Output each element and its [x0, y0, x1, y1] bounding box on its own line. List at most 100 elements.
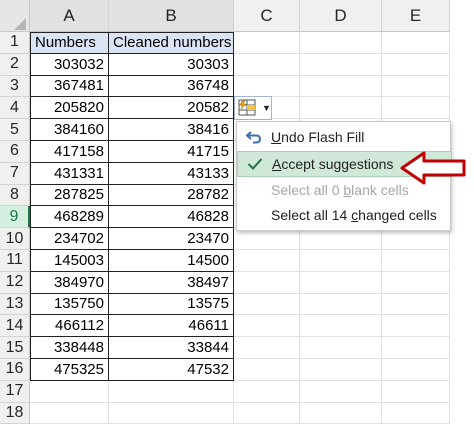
cell-D1[interactable]	[300, 32, 382, 54]
cell-E17[interactable]	[382, 380, 450, 403]
cell-D3[interactable]	[300, 75, 382, 98]
table-cell[interactable]: 46828	[109, 206, 234, 229]
undo-flash-fill-item[interactable]: Undo Flash Fill	[237, 125, 450, 149]
cell-C2[interactable]	[234, 53, 300, 76]
column-header-E[interactable]: E	[382, 0, 450, 32]
cell-E10[interactable]	[382, 228, 450, 250]
cell-D13[interactable]	[300, 293, 382, 316]
cell-D2[interactable]	[300, 53, 382, 76]
cell-E18[interactable]	[382, 402, 450, 424]
cell-D18[interactable]	[300, 402, 382, 424]
flash-fill-options-button[interactable]: ▼	[234, 96, 272, 120]
table-cell[interactable]: 468289	[30, 206, 109, 229]
table-cell[interactable]: 431331	[30, 162, 109, 185]
table-cell[interactable]: 20582	[109, 97, 234, 120]
cell-C17[interactable]	[234, 380, 300, 403]
column-header-B[interactable]: B	[109, 0, 234, 32]
row-header-8[interactable]: 8	[0, 184, 30, 207]
row-header-16[interactable]: 16	[0, 359, 30, 381]
column-header-D[interactable]: D	[300, 0, 382, 32]
table-cell[interactable]: 38416	[109, 119, 234, 141]
cell-D10[interactable]	[300, 228, 382, 250]
cell-E2[interactable]	[382, 53, 450, 76]
column-header-C[interactable]: C	[234, 0, 300, 32]
cell-B17[interactable]	[109, 380, 234, 403]
table-cell[interactable]: 13575	[109, 293, 234, 316]
row-header-7[interactable]: 7	[0, 162, 30, 185]
cell-B18[interactable]	[109, 402, 234, 424]
table-header[interactable]: Cleaned numbers	[109, 32, 234, 54]
row-header-4[interactable]: 4	[0, 97, 30, 120]
table-cell[interactable]: 417158	[30, 141, 109, 163]
cell-E16[interactable]	[382, 359, 450, 381]
column-header-A[interactable]: A	[30, 0, 109, 32]
row-header-9[interactable]: 9	[0, 206, 30, 229]
cell-E1[interactable]	[382, 32, 450, 54]
cell-D14[interactable]	[300, 315, 382, 338]
cell-C16[interactable]	[234, 359, 300, 381]
table-cell[interactable]: 234702	[30, 228, 109, 250]
cell-D4[interactable]	[300, 97, 382, 120]
table-cell[interactable]: 41715	[109, 141, 234, 163]
cell-D15[interactable]	[300, 337, 382, 359]
cell-C14[interactable]	[234, 315, 300, 338]
row-header-14[interactable]: 14	[0, 315, 30, 338]
table-cell[interactable]: 466112	[30, 315, 109, 338]
cell-D17[interactable]	[300, 380, 382, 403]
table-cell[interactable]: 14500	[109, 250, 234, 272]
cell-D11[interactable]	[300, 250, 382, 272]
table-header[interactable]: Numbers	[30, 32, 109, 54]
table-cell[interactable]: 33844	[109, 337, 234, 359]
cell-C15[interactable]	[234, 337, 300, 359]
row-header-10[interactable]: 10	[0, 228, 30, 250]
table-cell[interactable]: 43133	[109, 162, 234, 185]
table-cell[interactable]: 475325	[30, 359, 109, 381]
cell-E4[interactable]	[382, 97, 450, 120]
table-cell[interactable]: 303032	[30, 53, 109, 76]
table-cell[interactable]: 135750	[30, 293, 109, 316]
table-cell[interactable]: 367481	[30, 75, 109, 98]
cell-C1[interactable]	[234, 32, 300, 54]
row-header-6[interactable]: 6	[0, 141, 30, 163]
cell-D16[interactable]	[300, 359, 382, 381]
select-changed-cells-item[interactable]: Select all 14 changed cells	[237, 203, 450, 227]
cell-E14[interactable]	[382, 315, 450, 338]
table-cell[interactable]: 28782	[109, 184, 234, 207]
cell-A18[interactable]	[30, 402, 109, 424]
row-header-18[interactable]: 18	[0, 402, 30, 424]
table-cell[interactable]: 38497	[109, 271, 234, 294]
table-cell[interactable]: 36748	[109, 75, 234, 98]
row-header-13[interactable]: 13	[0, 293, 30, 316]
row-header-3[interactable]: 3	[0, 75, 30, 98]
table-cell[interactable]: 205820	[30, 97, 109, 120]
table-cell[interactable]: 384160	[30, 119, 109, 141]
cell-C3[interactable]	[234, 75, 300, 98]
table-cell[interactable]: 145003	[30, 250, 109, 272]
cell-C13[interactable]	[234, 293, 300, 316]
row-header-11[interactable]: 11	[0, 250, 30, 272]
row-header-17[interactable]: 17	[0, 380, 30, 403]
cell-C12[interactable]	[234, 271, 300, 294]
table-cell[interactable]: 47532	[109, 359, 234, 381]
cell-C11[interactable]	[234, 250, 300, 272]
table-cell[interactable]: 384970	[30, 271, 109, 294]
row-header-2[interactable]: 2	[0, 53, 30, 76]
table-cell[interactable]: 46611	[109, 315, 234, 338]
cell-A17[interactable]	[30, 380, 109, 403]
table-cell[interactable]: 287825	[30, 184, 109, 207]
cell-E11[interactable]	[382, 250, 450, 272]
cell-C10[interactable]	[234, 228, 300, 250]
row-header-12[interactable]: 12	[0, 271, 30, 294]
row-header-15[interactable]: 15	[0, 337, 30, 359]
row-header-5[interactable]: 5	[0, 119, 30, 141]
cell-E15[interactable]	[382, 337, 450, 359]
cell-E13[interactable]	[382, 293, 450, 316]
table-cell[interactable]: 338448	[30, 337, 109, 359]
cell-D12[interactable]	[300, 271, 382, 294]
table-cell[interactable]: 30303	[109, 53, 234, 76]
cell-E3[interactable]	[382, 75, 450, 98]
cell-E12[interactable]	[382, 271, 450, 294]
cell-C18[interactable]	[234, 402, 300, 424]
table-cell[interactable]: 23470	[109, 228, 234, 250]
row-header-1[interactable]: 1	[0, 32, 30, 54]
